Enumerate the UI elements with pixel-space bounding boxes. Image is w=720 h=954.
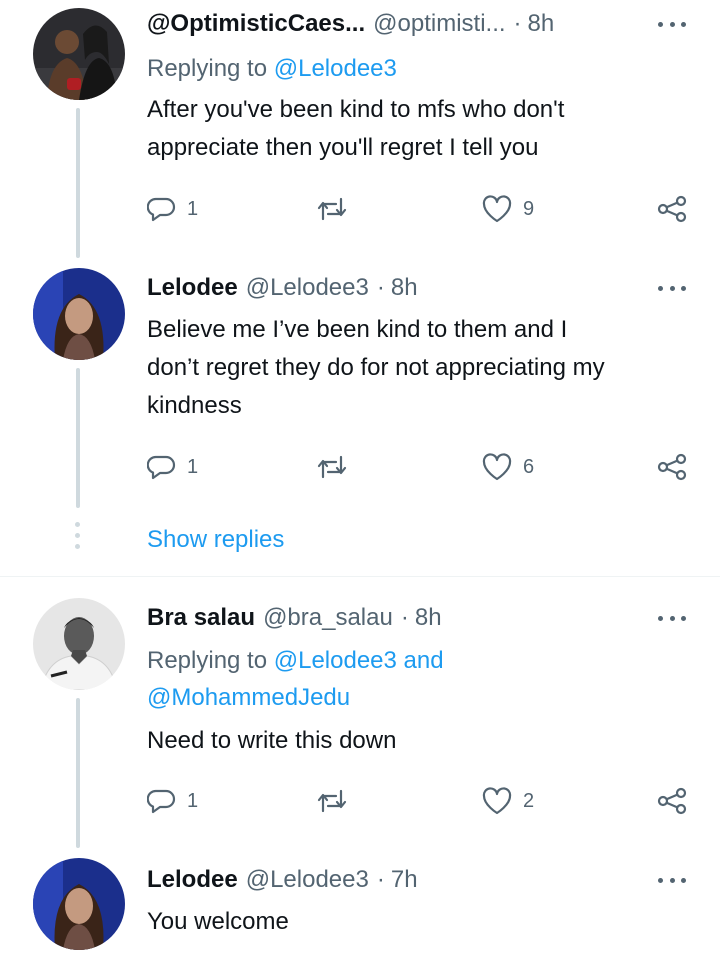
replying-to: Replying to @Lelodee3 bbox=[147, 50, 397, 87]
reply-count: 1 bbox=[187, 197, 199, 220]
mention-link[interactable]: @Lelodee3 bbox=[274, 55, 397, 82]
separator-dot: · bbox=[400, 604, 409, 631]
reply-bubble-icon bbox=[147, 789, 176, 814]
show-replies-link[interactable]: Show replies bbox=[147, 526, 284, 554]
tweet-text-line: kindness bbox=[147, 392, 242, 419]
display-name[interactable]: Bra salau bbox=[147, 604, 255, 632]
replying-to-continued: @MohammedJedu bbox=[147, 679, 350, 716]
heart-icon bbox=[482, 787, 512, 815]
avatar[interactable] bbox=[33, 268, 125, 360]
heart-icon bbox=[482, 195, 512, 223]
avatar[interactable] bbox=[33, 858, 125, 950]
retweet-icon bbox=[317, 197, 347, 221]
replying-to: Replying to @Lelodee3 and bbox=[147, 642, 444, 679]
like-button[interactable]: 9 bbox=[481, 192, 534, 226]
more-options-icon[interactable] bbox=[658, 875, 686, 885]
mention-link[interactable]: @Lelodee3 and bbox=[274, 647, 444, 674]
divider bbox=[0, 576, 720, 577]
like-button[interactable]: 6 bbox=[481, 450, 534, 484]
avatar[interactable] bbox=[33, 8, 125, 100]
retweet-icon bbox=[317, 455, 347, 479]
tweet-text-line: You welcome bbox=[147, 908, 289, 935]
username-handle[interactable]: @optimisti... bbox=[373, 10, 505, 38]
separator-dot: · bbox=[513, 10, 522, 37]
tweet-header: Lelodee @Lelodee3 · 7h bbox=[147, 862, 680, 898]
reply-count: 1 bbox=[187, 455, 199, 478]
reply-bubble-icon bbox=[147, 197, 176, 222]
share-icon bbox=[657, 195, 687, 223]
like-count: 6 bbox=[523, 455, 535, 478]
retweet-icon bbox=[317, 789, 347, 813]
username-handle[interactable]: @Lelodee3 bbox=[246, 274, 369, 302]
thread-continuation-dots bbox=[75, 522, 81, 555]
avatar[interactable] bbox=[33, 598, 125, 690]
display-name[interactable]: Lelodee bbox=[147, 274, 238, 302]
tweet-text: Need to write this down bbox=[147, 722, 697, 760]
timestamp[interactable]: 8h bbox=[528, 10, 555, 38]
reply-count: 1 bbox=[187, 789, 199, 812]
tweet-text: Believe me I’ve been kind to them and I … bbox=[147, 311, 697, 425]
separator-dot: · bbox=[376, 866, 385, 893]
tweet-text-line: Believe me I’ve been kind to them and I bbox=[147, 316, 568, 343]
action-bar: 1 2 bbox=[147, 784, 692, 818]
tweet-text-line: After you've been kind to mfs who don't bbox=[147, 96, 565, 123]
username-handle[interactable]: @Lelodee3 bbox=[246, 866, 369, 894]
reply-button[interactable]: 1 bbox=[147, 192, 198, 226]
timestamp[interactable]: 8h bbox=[415, 604, 442, 632]
retweet-button[interactable] bbox=[315, 192, 359, 226]
tweet-header: Lelodee @Lelodee3 · 8h bbox=[147, 270, 680, 306]
username-handle[interactable]: @bra_salau bbox=[263, 604, 393, 632]
timestamp[interactable]: 8h bbox=[391, 274, 418, 302]
tweet-text-line: appreciate then you'll regret I tell you bbox=[147, 134, 539, 161]
like-button[interactable]: 2 bbox=[481, 784, 534, 818]
timestamp[interactable]: 7h bbox=[391, 866, 418, 894]
reply-button[interactable]: 1 bbox=[147, 450, 198, 484]
share-icon bbox=[657, 787, 687, 815]
separator-dot: · bbox=[376, 274, 385, 301]
tweet-header: @OptimisticCaes... @optimisti... · 8h bbox=[147, 6, 680, 42]
replying-to-label: Replying to bbox=[147, 647, 268, 674]
action-bar: 1 6 bbox=[147, 450, 692, 484]
share-icon bbox=[657, 453, 687, 481]
action-bar: 1 9 bbox=[147, 192, 692, 226]
reply-bubble-icon bbox=[147, 455, 176, 480]
thread-line bbox=[76, 368, 80, 508]
retweet-button[interactable] bbox=[315, 450, 359, 484]
like-count: 2 bbox=[523, 789, 535, 812]
tweet-text-line: Need to write this down bbox=[147, 727, 397, 754]
thread-line bbox=[76, 108, 80, 258]
tweet-text: After you've been kind to mfs who don't … bbox=[147, 91, 697, 167]
share-button[interactable] bbox=[655, 784, 689, 818]
more-options-icon[interactable] bbox=[658, 613, 686, 623]
heart-icon bbox=[482, 453, 512, 481]
tweet-text: You welcome bbox=[147, 903, 697, 941]
retweet-button[interactable] bbox=[315, 784, 359, 818]
tweet-text-line: don’t regret they do for not appreciatin… bbox=[147, 354, 605, 381]
share-button[interactable] bbox=[655, 192, 689, 226]
replying-to-label: Replying to bbox=[147, 55, 268, 82]
more-options-icon[interactable] bbox=[658, 283, 686, 293]
display-name[interactable]: @OptimisticCaes... bbox=[147, 10, 365, 38]
tweet-header: Bra salau @bra_salau · 8h bbox=[147, 600, 680, 636]
thread-line bbox=[76, 698, 80, 848]
display-name[interactable]: Lelodee bbox=[147, 866, 238, 894]
like-count: 9 bbox=[523, 197, 535, 220]
share-button[interactable] bbox=[655, 450, 689, 484]
more-options-icon[interactable] bbox=[658, 19, 686, 29]
mention-link[interactable]: @MohammedJedu bbox=[147, 684, 350, 711]
reply-button[interactable]: 1 bbox=[147, 784, 198, 818]
